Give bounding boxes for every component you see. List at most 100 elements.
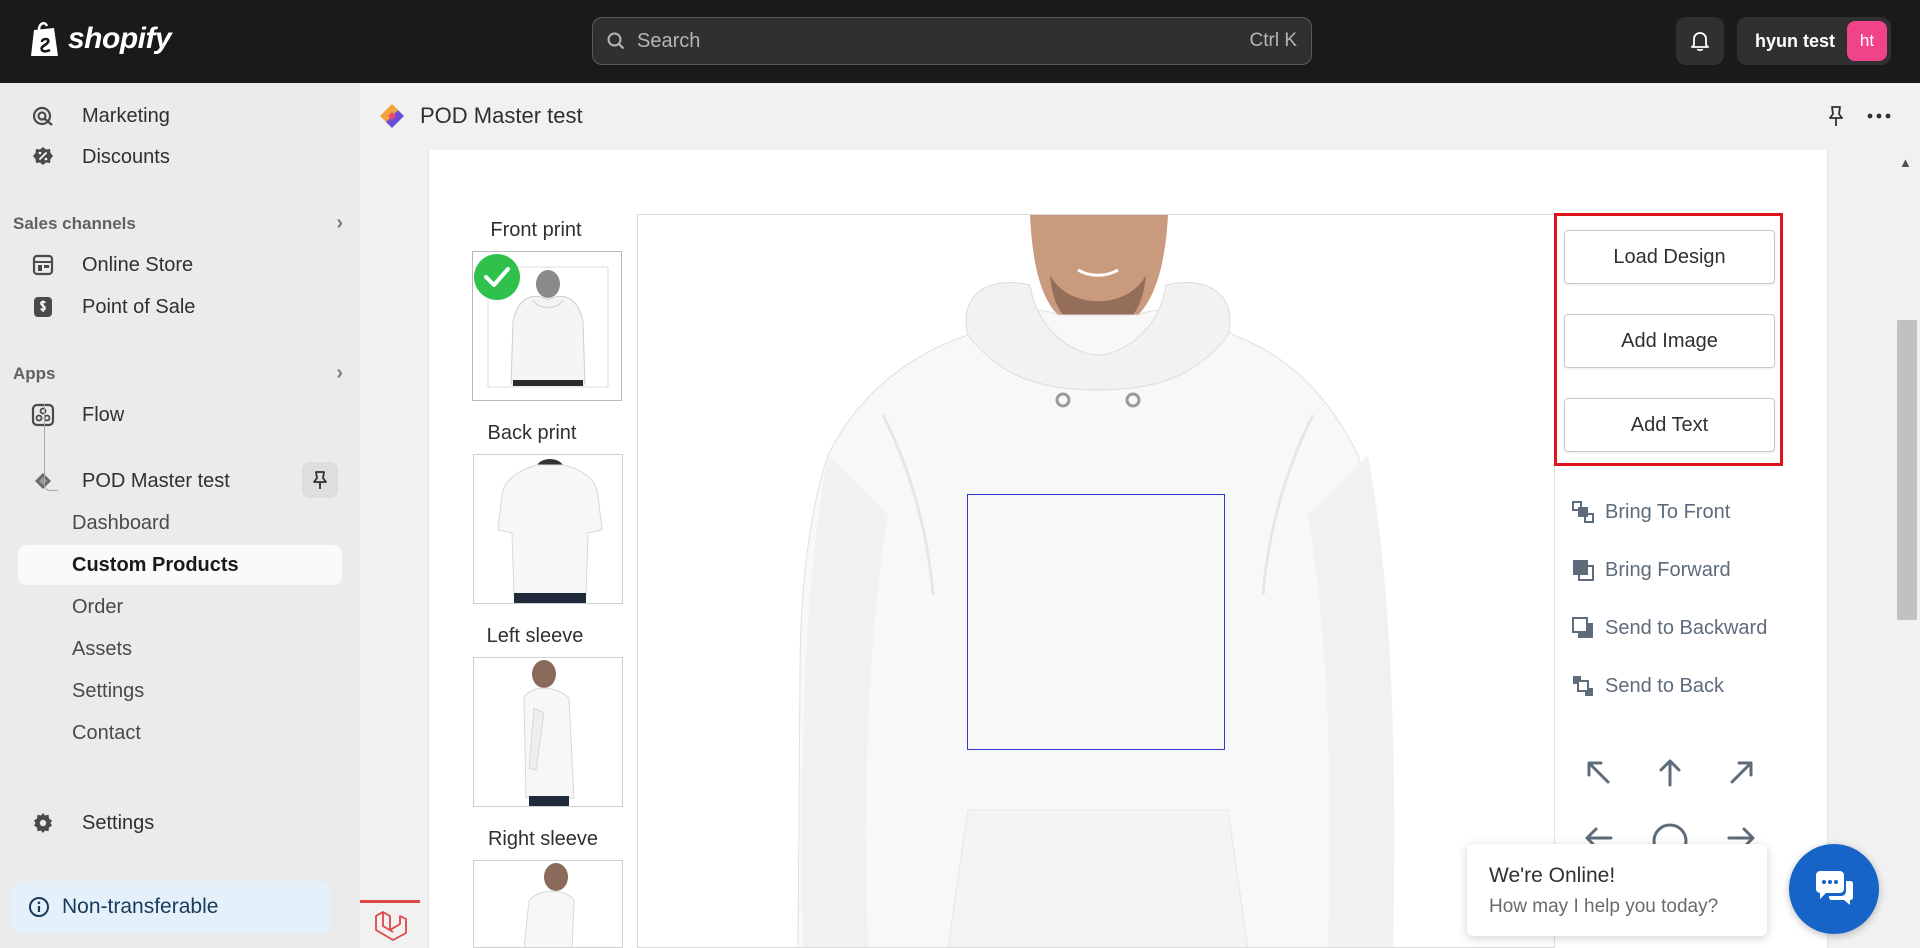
notifications-button[interactable] [1676, 17, 1724, 65]
app-header [360, 83, 1920, 150]
sidebar-item-assets[interactable]: Assets [18, 629, 342, 669]
logo-text: shopify [68, 22, 172, 55]
move-up-left-arrow-icon[interactable] [1583, 757, 1613, 796]
sidebar-item-point-of-sale[interactable]: Point of Sale [18, 287, 342, 327]
hoodie-left-thumb-image [523, 660, 575, 806]
back-print-thumbnail[interactable] [473, 454, 623, 604]
bell-icon [1691, 32, 1709, 52]
view-label-back: Back print [487, 422, 577, 444]
scroll-up-arrow[interactable]: ▲ [1899, 155, 1912, 170]
sidebar-item-dashboard[interactable]: Dashboard [18, 503, 342, 543]
sidebar-item-marketing[interactable]: Marketing [18, 96, 342, 136]
sidebar-item-flow[interactable]: Flow [18, 395, 342, 435]
user-menu-button[interactable]: hyun test ht [1737, 17, 1891, 65]
page-title: POD Master test [420, 103, 583, 128]
search-bar[interactable]: Search Ctrl K [592, 17, 1312, 65]
layer-action-label: Bring To Front [1605, 500, 1731, 523]
load-design-button[interactable]: Load Design [1564, 230, 1775, 284]
chat-title: We're Online! [1489, 864, 1616, 887]
sidebar-item-discounts[interactable]: Discounts [18, 137, 342, 177]
bring-forward-button[interactable]: Bring Forward [1571, 558, 1731, 582]
sidebar-item-app-settings[interactable]: Settings [18, 671, 342, 711]
layer-action-label: Send to Backward [1605, 616, 1768, 639]
send-to-back-icon [1573, 676, 1593, 696]
apps-heading[interactable]: Apps › [13, 362, 343, 385]
right-sleeve-thumbnail[interactable] [473, 860, 623, 948]
shopify-bag-icon [31, 21, 58, 56]
sidebar-item-label: Settings [72, 679, 145, 702]
section-title: Apps [13, 363, 56, 383]
sidebar-item-label: Order [72, 595, 124, 618]
pin-icon [313, 471, 327, 489]
non-transferable-badge[interactable]: Non-transferable [12, 881, 330, 933]
sidebar-item-label: Assets [72, 637, 133, 660]
print-area[interactable] [967, 494, 1225, 750]
move-up-arrow-icon[interactable] [1655, 757, 1685, 796]
bring-forward-icon [1573, 560, 1594, 581]
search-placeholder: Search [637, 29, 701, 52]
chevron-right-icon: › [336, 362, 343, 384]
more-horizontal-icon [1867, 113, 1891, 119]
sidebar-item-order[interactable]: Order [18, 587, 342, 627]
view-label-front: Front print [490, 219, 582, 241]
send-backward-icon [1572, 617, 1593, 638]
chevron-right-icon: › [336, 212, 343, 234]
laravel-debug-badge[interactable] [360, 900, 420, 948]
sidebar-item-label: Contact [72, 721, 141, 744]
user-name: hyun test [1755, 30, 1836, 51]
view-label-right-sleeve: Right sleeve [487, 828, 599, 850]
sidebar-item-contact[interactable]: Contact [18, 713, 342, 753]
send-to-back-button[interactable]: Send to Back [1571, 674, 1724, 698]
layer-action-label: Send to Back [1605, 674, 1724, 697]
layer-action-label: Bring Forward [1605, 558, 1731, 581]
sidebar-item-online-store[interactable]: Online Store [18, 245, 342, 285]
app-logo-icon [378, 102, 406, 135]
more-actions-button[interactable] [1866, 104, 1892, 129]
pin-page-button[interactable] [1826, 104, 1846, 133]
non-transferable-label: Non-transferable [62, 895, 219, 918]
info-icon [29, 897, 49, 917]
selected-check-icon [474, 254, 520, 300]
sidebar-item-label: Point of Sale [82, 295, 196, 318]
sidebar-item-label: Flow [82, 403, 125, 426]
pos-icon [28, 292, 58, 322]
chat-subtitle: How may I help you today? [1489, 896, 1719, 917]
laravel-icon [375, 910, 407, 941]
marketing-icon [28, 101, 58, 131]
view-label-left-sleeve: Left sleeve [486, 625, 584, 647]
chat-greeting[interactable]: We're Online! How may I help you today? [1467, 844, 1767, 936]
send-to-backward-button[interactable]: Send to Backward [1571, 616, 1767, 640]
search-shortcut: Ctrl K [1249, 30, 1298, 51]
bring-to-front-button[interactable]: Bring To Front [1571, 500, 1730, 524]
pin-icon [1829, 106, 1843, 126]
sidebar-item-label: Custom Products [72, 553, 239, 576]
bring-to-front-icon [1572, 501, 1594, 523]
tree-connector [44, 403, 58, 491]
scrollbar-thumb[interactable] [1897, 320, 1917, 620]
add-image-button[interactable]: Add Image [1564, 314, 1775, 368]
move-up-right-arrow-icon[interactable] [1727, 757, 1757, 796]
hoodie-right-thumb-image [523, 863, 575, 947]
avatar: ht [1847, 21, 1888, 61]
gear-icon [28, 808, 58, 838]
sidebar-item-label: Settings [82, 811, 155, 834]
section-title: Sales channels [13, 213, 136, 233]
sidebar-item-label: POD Master test [82, 469, 230, 492]
sidebar-item-label: Discounts [82, 145, 170, 168]
pin-app-button[interactable] [302, 462, 338, 498]
sidebar-item-settings[interactable]: Settings [18, 803, 342, 843]
shopify-logo[interactable]: shopify [28, 20, 172, 58]
left-sleeve-thumbnail[interactable] [473, 657, 623, 807]
sidebar-item-label: Online Store [82, 253, 194, 276]
store-icon [28, 250, 58, 280]
chat-button[interactable] [1789, 844, 1879, 934]
add-text-button[interactable]: Add Text [1564, 398, 1775, 452]
search-icon [607, 32, 625, 50]
top-bar: shopify Search Ctrl K hyun test ht [0, 0, 1920, 83]
sidebar-item-custom-products[interactable]: Custom Products [18, 545, 342, 585]
sidebar-item-label: Dashboard [72, 511, 170, 534]
chat-icon [1816, 871, 1853, 905]
sidebar-item-pod-master[interactable]: POD Master test [18, 461, 342, 501]
sales-channels-heading[interactable]: Sales channels › [13, 212, 343, 235]
hoodie-back-thumb-image [497, 459, 603, 603]
